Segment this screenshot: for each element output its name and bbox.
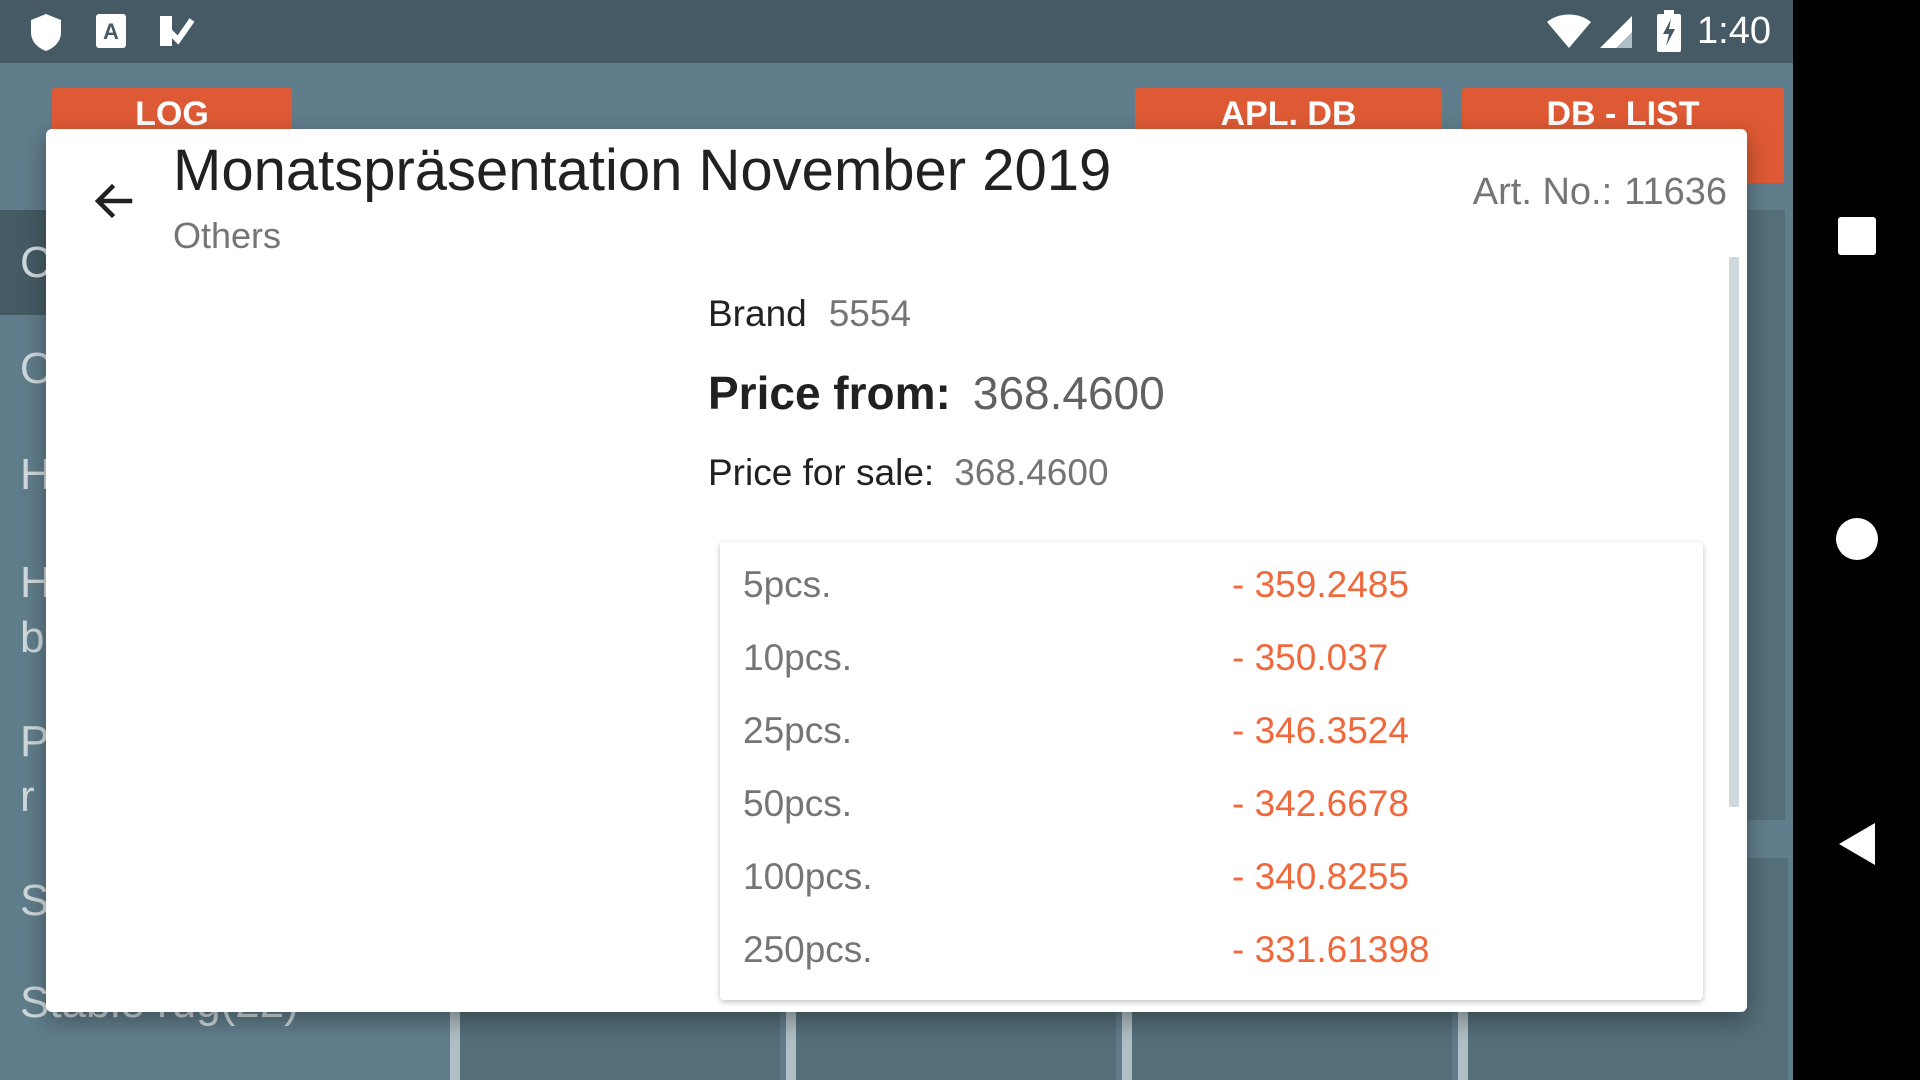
brand-row: Brand 5554 [708, 293, 911, 335]
tier-row: 10pcs. - 350.037 [720, 623, 1703, 696]
tier-price: - 340.8255 [1232, 856, 1409, 897]
product-title: Monatspräsentation November 2019 [173, 138, 1112, 203]
brand-label: Brand [708, 293, 807, 334]
tier-row: 5pcs. - 359.2485 [720, 550, 1703, 623]
keyboard-a-icon: A [94, 12, 128, 55]
brand-value: 5554 [828, 293, 912, 334]
price-from-row: Price from: 368.4600 [708, 366, 1165, 420]
price-for-sale-value: 368.4600 [954, 452, 1109, 493]
app-screen: A 1:40 LOG APL. DB DB - LIST C O H H b P… [0, 0, 1793, 1080]
tier-price: - 346.3524 [1232, 710, 1409, 751]
category-item[interactable]: S [20, 876, 49, 926]
tier-quantity: 250pcs. [743, 929, 873, 970]
article-number-label: Art. No.: [1472, 171, 1613, 213]
square-icon [1837, 217, 1876, 255]
tier-price: - 331.61398 [1232, 929, 1430, 970]
quantity-price-table: 5pcs. - 359.2485 10pcs. - 350.037 25pcs.… [720, 542, 1703, 1000]
price-for-sale-row: Price for sale: 368.4600 [708, 452, 1109, 494]
tier-row: 100pcs. - 340.8255 [720, 842, 1703, 915]
article-number: Art. No.: 11636 [1473, 171, 1727, 214]
triangle-back-icon [1838, 823, 1875, 865]
article-number-value: 11636 [1624, 171, 1727, 213]
back-button[interactable] [82, 169, 146, 233]
tier-quantity: 50pcs. [743, 783, 853, 824]
category-item[interactable]: P r [20, 714, 49, 824]
battery-charging-icon [1656, 10, 1682, 57]
product-detail-dialog: Monatspräsentation November 2019 Others … [46, 129, 1747, 1012]
back-nav-button[interactable] [1793, 820, 1920, 868]
tier-quantity: 10pcs. [743, 637, 853, 678]
tier-price: - 350.037 [1232, 637, 1389, 678]
navigation-bar [1793, 0, 1920, 1080]
tier-price: - 359.2485 [1232, 564, 1409, 605]
tier-row: 250pcs. - 331.61398 [720, 915, 1703, 988]
wifi-icon [1545, 14, 1593, 55]
svg-text:A: A [103, 19, 119, 44]
tier-row: 50pcs. - 342.6678 [720, 769, 1703, 842]
task-check-icon [156, 12, 196, 55]
price-for-sale-label: Price for sale: [708, 452, 935, 493]
shield-icon [28, 12, 64, 57]
tier-row: 25pcs. - 346.3524 [720, 696, 1703, 769]
status-bar: A 1:40 [0, 0, 1793, 63]
product-category: Others [173, 215, 282, 256]
tier-quantity: 25pcs. [743, 710, 853, 751]
recents-button[interactable] [1793, 214, 1920, 258]
scrollbar[interactable] [1729, 257, 1739, 807]
tier-quantity: 5pcs. [743, 564, 832, 605]
tier-price: - 342.6678 [1232, 783, 1409, 824]
price-from-label: Price from: [708, 367, 951, 419]
tier-quantity: 100pcs. [743, 856, 873, 897]
clock: 1:40 [1697, 10, 1771, 52]
circle-icon [1835, 518, 1878, 560]
signal-icon [1598, 14, 1634, 55]
price-from-value: 368.4600 [972, 367, 1165, 419]
arrow-left-icon [94, 183, 133, 219]
home-button[interactable] [1793, 516, 1920, 562]
